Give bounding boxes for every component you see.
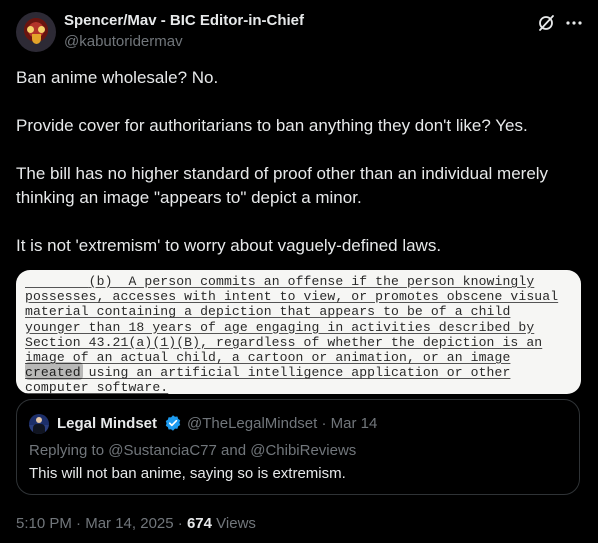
avatar-beak	[32, 34, 41, 44]
tweet: Spencer/Mav - BIC Editor-in-Chief @kabut…	[0, 0, 598, 543]
quoted-author-name[interactable]: Legal Mindset	[57, 415, 157, 432]
quoted-author-handle[interactable]: @TheLegalMindset	[187, 415, 317, 432]
author-name[interactable]: Spencer/Mav - BIC Editor-in-Chief	[64, 12, 304, 29]
quoted-date[interactable]: Mar 14	[331, 415, 378, 432]
tweet-footer: 5:10 PM · Mar 14, 2025 · 674 Views	[16, 515, 256, 532]
image-text-line: younger than 18 years of age engaging in…	[25, 319, 535, 335]
views-label: Views	[216, 515, 256, 532]
replying-to: Replying to @SustanciaC77 and @ChibiRevi…	[29, 442, 356, 459]
views-count: 674	[186, 515, 212, 532]
avatar-body	[33, 424, 45, 434]
tweet-paragraph: The bill has no higher standard of proof…	[16, 164, 549, 207]
image-text-line-content: (b) A person commits an offense if the p…	[88, 274, 535, 289]
author-handle[interactable]: @kabutoridermav	[64, 33, 183, 50]
image-text-line: computer software.	[25, 380, 169, 394]
author-avatar[interactable]	[16, 12, 56, 52]
image-text-line: material containing a depiction that app…	[25, 304, 511, 320]
tweet-text: Ban anime wholesale? No. Provide cover f…	[16, 66, 582, 282]
image-text-line: possesses, accesses with intent to view,…	[25, 289, 559, 305]
image-document-text: (b) A person commits an offense if the p…	[25, 274, 573, 394]
image-text-line: Section 43.21(a)(1)(B), regardless of wh…	[25, 334, 543, 350]
image-text-line: (b) A person commits an offense if the p…	[25, 274, 573, 289]
avatar-eye-right	[38, 26, 45, 33]
image-text-line: image of an actual child, a cartoon or a…	[25, 350, 511, 366]
image-text-line: created using an artificial intelligence…	[25, 365, 511, 381]
footer-separator: ·	[76, 515, 82, 532]
and-word: and	[221, 442, 247, 459]
quoted-meta: @TheLegalMindset · Mar 14	[187, 415, 377, 432]
quoted-author-avatar[interactable]	[29, 414, 49, 434]
avatar-head	[36, 417, 42, 423]
grok-icon[interactable]	[536, 13, 556, 33]
image-text-indent	[25, 274, 89, 289]
mention-link[interactable]: @ChibiReviews	[250, 442, 356, 459]
post-date[interactable]: Mar 14, 2025	[85, 515, 173, 532]
quoted-tweet[interactable]: Legal Mindset @TheLegalMindset · Mar 14 …	[16, 399, 580, 495]
more-icon[interactable]	[564, 13, 584, 33]
image-badge-overlay	[25, 362, 83, 380]
quoted-text: This will not ban anime, saying so is ex…	[29, 465, 346, 482]
verified-badge-icon	[165, 415, 181, 431]
post-time[interactable]: 5:10 PM	[16, 515, 72, 532]
attached-image[interactable]: (b) A person commits an offense if the p…	[16, 270, 581, 394]
mention-link[interactable]: @SustanciaC77	[108, 442, 217, 459]
footer-separator: ·	[177, 515, 183, 532]
meta-separator: ·	[321, 415, 327, 432]
tweet-paragraph: It is not 'extremism' to worry about vag…	[16, 236, 442, 255]
tweet-paragraph: Provide cover for authoritarians to ban …	[16, 116, 528, 135]
replying-prefix: Replying to	[29, 442, 105, 459]
tweet-paragraph: Ban anime wholesale? No.	[16, 68, 219, 87]
avatar-eye-left	[27, 26, 34, 33]
